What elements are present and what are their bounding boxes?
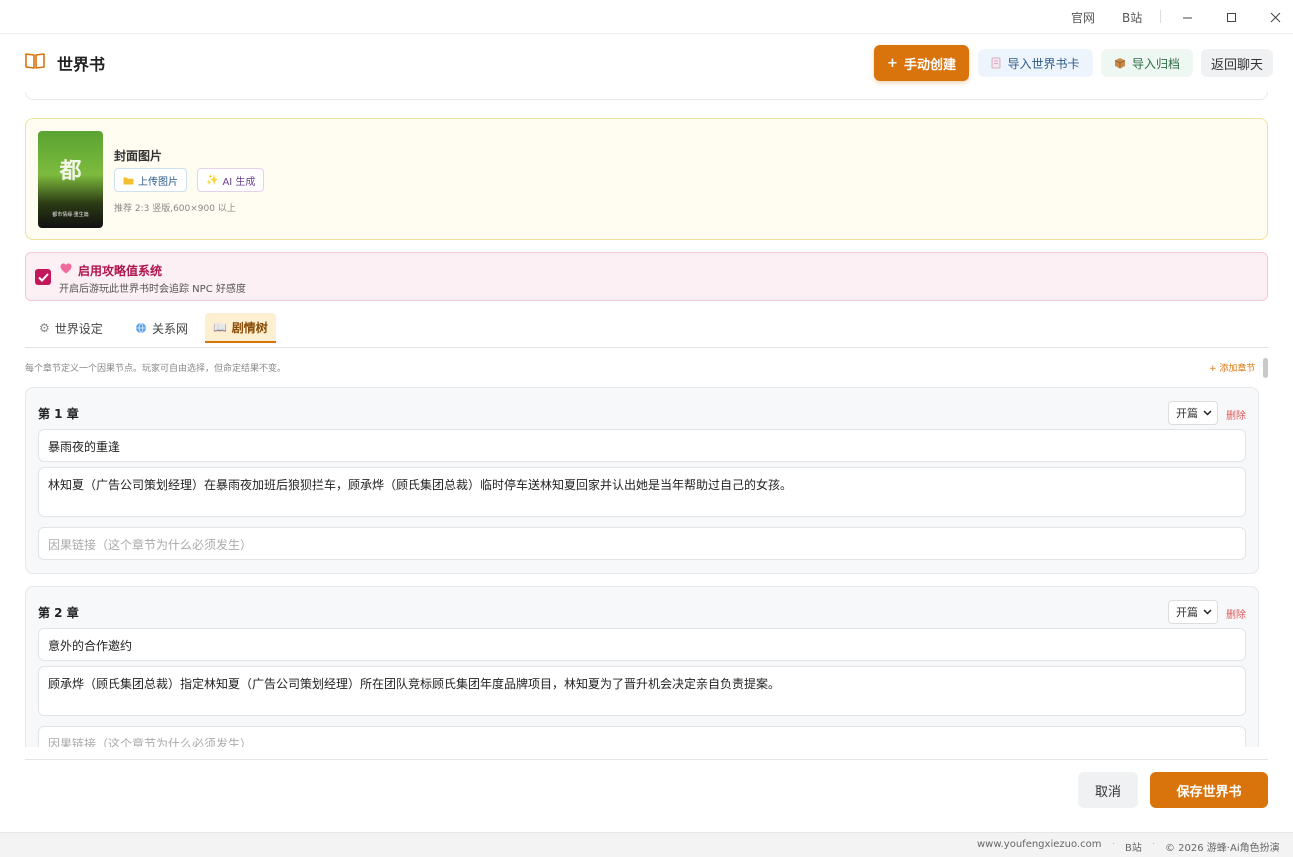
bilibili-status-link[interactable]: B站 [1125, 839, 1142, 854]
ai-generate-button[interactable]: ✨ AI 生成 [197, 168, 265, 192]
maximize-icon [1226, 12, 1236, 22]
window-titlebar: 官网 B站 [0, 0, 1293, 34]
chapter-stage-select[interactable]: 开篇 [1168, 401, 1218, 425]
package-icon [1114, 58, 1126, 69]
chapter-stage-value: 开篇 [1176, 407, 1198, 420]
import-archive-label: 导入归档 [1131, 56, 1180, 71]
copyright-text: © 2026 游蜂·Ai角色扮演 [1165, 843, 1280, 854]
sparkles-icon: ✨ [206, 174, 219, 186]
manual-create-button[interactable]: + 手动创建 [874, 45, 969, 81]
scrollbar-thumb[interactable] [1263, 358, 1268, 378]
minimize-icon [1182, 17, 1192, 18]
chapter-delete-button[interactable]: 删除 [1226, 606, 1246, 621]
chevron-down-icon [1203, 609, 1212, 615]
footer-divider [25, 759, 1268, 760]
chapter-title: 第 1 章 [38, 407, 79, 421]
chapter-card: 第 2 章 开篇 删除 意外的合作邀约 顾承烨（顾氏集团总裁）指定林知夏（广告公… [25, 586, 1259, 747]
import-card-button[interactable]: 导入世界书卡 [978, 49, 1093, 77]
add-chapter-button[interactable]: + 添加章节 [1209, 361, 1255, 374]
save-worldbook-button[interactable]: 保存世界书 [1150, 772, 1268, 808]
chapter-name-input[interactable]: 意外的合作邀约 [38, 628, 1246, 661]
tab-plot-tree[interactable]: 📖 剧情树 [205, 313, 276, 343]
chapter-name-input[interactable]: 暴雨夜的重逢 [38, 429, 1246, 462]
affinity-system-card: 启用攻略值系统 开启后游玩此世界书时会追踪 NPC 好感度 [25, 252, 1268, 301]
editor-scroll-area[interactable]: 都 都市情缘·重生篇 封面图片 上传图片 ✨ AI 生成 推荐 2:3 竖版,6… [0, 92, 1293, 747]
editor-tabs: ⚙ 世界设定 关系网 📖 剧情树 [25, 312, 1268, 348]
titlebar-divider [1160, 10, 1161, 23]
chapter-causal-input[interactable]: 因果链接（这个章节为什么必须发生） [38, 527, 1246, 560]
chapter-causal-input[interactable]: 因果链接（这个章节为什么必须发生） [38, 726, 1246, 747]
cover-image-card: 都 都市情缘·重生篇 封面图片 上传图片 ✨ AI 生成 推荐 2:3 竖版,6… [25, 118, 1268, 240]
gear-icon: ⚙ [39, 321, 50, 335]
folder-icon [123, 177, 134, 184]
import-card-label: 导入世界书卡 [1007, 56, 1080, 71]
globe-icon [136, 322, 146, 334]
manual-create-label: 手动创建 [903, 57, 956, 73]
open-book-icon [25, 53, 45, 69]
maximize-button[interactable] [1220, 6, 1242, 28]
chapter-title: 第 2 章 [38, 606, 79, 620]
status-separator: · [1112, 839, 1116, 850]
close-window-button[interactable] [1264, 6, 1286, 28]
cover-label: 封面图片 [114, 149, 163, 163]
chapter-summary-textarea[interactable]: 林知夏（广告公司策划经理）在暴雨夜加班后狼狈拦车，顾承烨（顾氏集团总裁）临时停车… [38, 467, 1246, 517]
official-site-link[interactable]: 官网 [1071, 9, 1095, 26]
heart-icon [60, 263, 72, 274]
chapter-stage-value: 开篇 [1176, 606, 1198, 619]
cover-image: 都 都市情缘·重生篇 [38, 131, 103, 228]
check-icon [37, 272, 49, 282]
plus-icon: + [887, 55, 898, 71]
bilibili-link[interactable]: B站 [1122, 9, 1142, 26]
tab-world-settings[interactable]: ⚙ 世界设定 [31, 313, 111, 343]
page-title: 世界书 [57, 55, 106, 74]
affinity-title: 启用攻略值系统 [78, 264, 163, 278]
chevron-down-icon [1203, 410, 1212, 416]
status-bar: www.youfengxiezuo.com · B站 · © 2026 游蜂·A… [0, 832, 1293, 857]
upload-image-button[interactable]: 上传图片 [114, 168, 187, 192]
tab-relationships[interactable]: 关系网 [127, 313, 196, 343]
close-icon [1270, 12, 1280, 22]
affinity-description: 开启后游玩此世界书时会追踪 NPC 好感度 [59, 284, 246, 295]
tab-label: 关系网 [152, 321, 189, 336]
page-header: 世界书 + 手动创建 导入世界书卡 导入归档 返回聊天 [0, 34, 1293, 92]
chapter-delete-button[interactable]: 删除 [1226, 407, 1246, 422]
import-archive-button[interactable]: 导入归档 [1101, 49, 1193, 77]
plot-tree-hint: 每个章节定义一个因果节点。玩家可自由选择，但命定结果不变。 [25, 364, 287, 374]
cover-hint: 推荐 2:3 竖版,600×900 以上 [114, 204, 236, 214]
ai-generate-label: AI 生成 [222, 176, 256, 188]
upload-image-label: 上传图片 [138, 176, 178, 188]
chapter-card: 第 1 章 开篇 删除 暴雨夜的重逢 林知夏（广告公司策划经理）在暴雨夜加班后狼… [25, 387, 1259, 574]
site-link[interactable]: www.youfengxiezuo.com [977, 839, 1101, 850]
cancel-button[interactable]: 取消 [1078, 772, 1138, 808]
back-to-chat-button[interactable]: 返回聊天 [1201, 49, 1273, 77]
chapter-stage-select[interactable]: 开篇 [1168, 600, 1218, 624]
document-icon [992, 57, 1001, 69]
minimize-button[interactable] [1176, 6, 1198, 28]
tab-label: 剧情树 [231, 320, 268, 335]
tab-label: 世界设定 [54, 321, 103, 336]
chapter-summary-textarea[interactable]: 顾承烨（顾氏集团总裁）指定林知夏（广告公司策划经理）所在团队竞标顾氏集团年度品牌… [38, 666, 1246, 716]
cover-image-title: 都 [59, 158, 82, 184]
affinity-checkbox[interactable] [35, 269, 51, 285]
status-separator: · [1152, 839, 1156, 850]
cover-image-subtitle: 都市情缘·重生篇 [52, 212, 89, 218]
book-icon: 📖 [213, 320, 227, 334]
previous-card-edge [25, 92, 1268, 100]
